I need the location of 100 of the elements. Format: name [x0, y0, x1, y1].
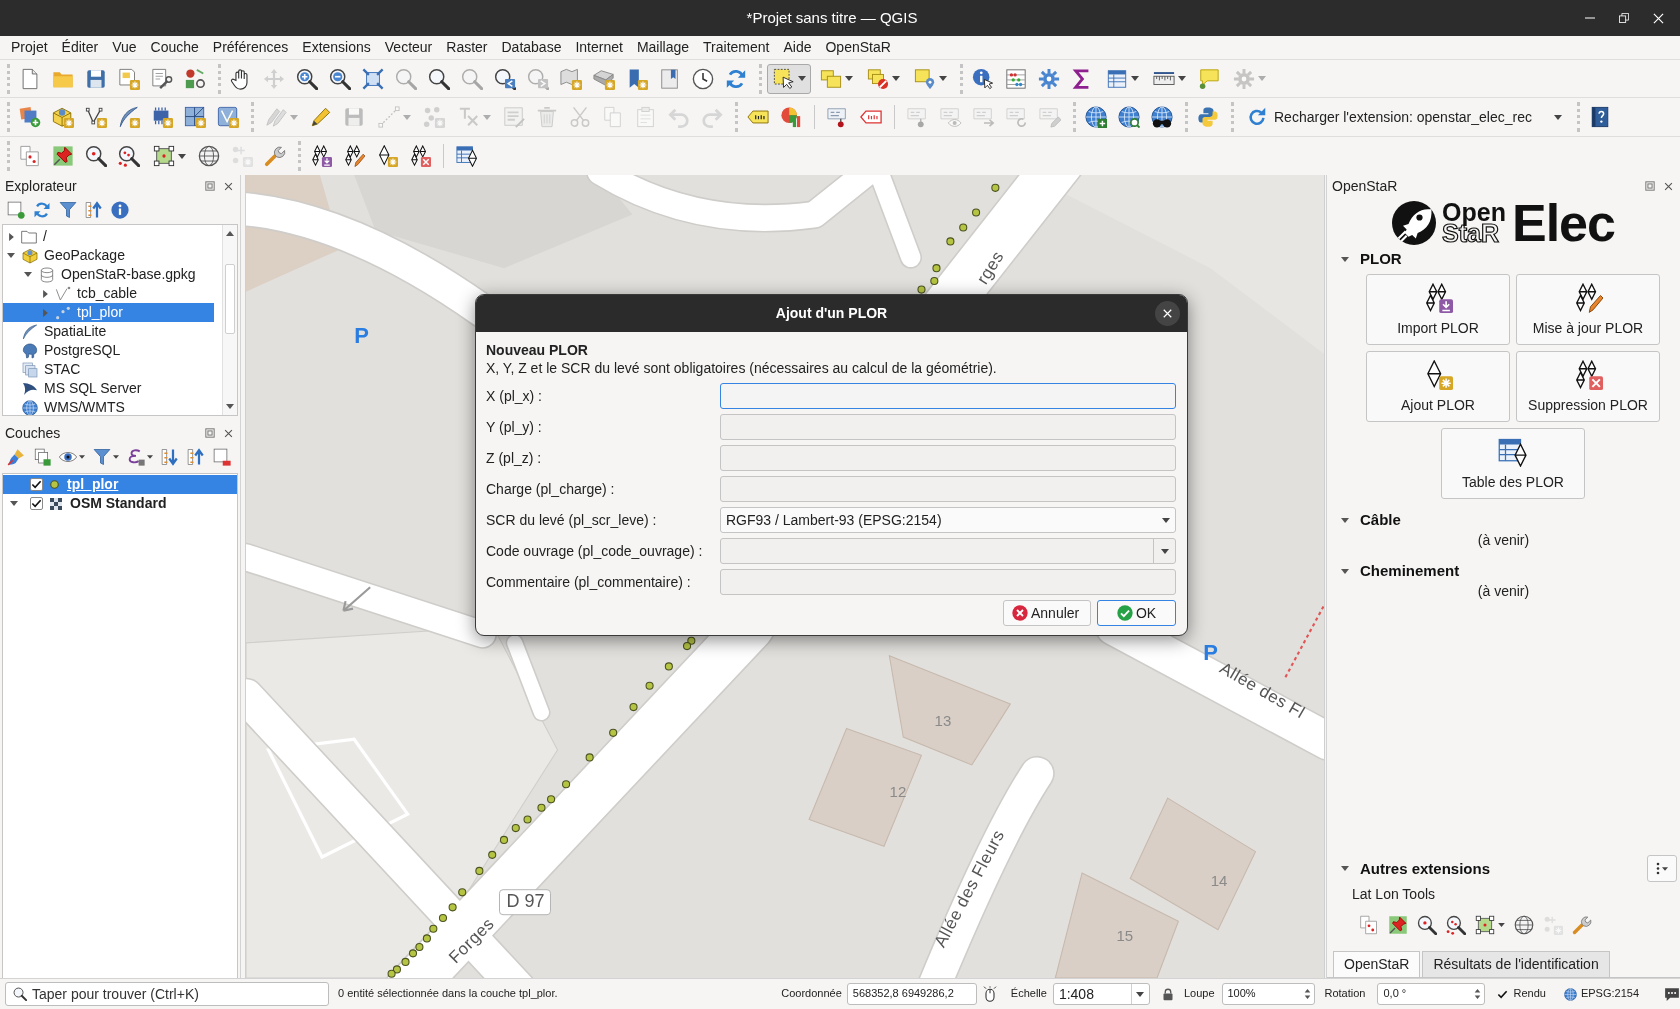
scrollbar[interactable] — [222, 225, 237, 415]
caret-down-icon[interactable] — [1341, 866, 1349, 871]
layer-item[interactable]: tpl_plor — [3, 475, 237, 494]
map-sheet-icon[interactable] — [560, 67, 582, 90]
label-pin-icon[interactable] — [827, 106, 849, 128]
caret-down-icon[interactable] — [1341, 256, 1349, 262]
menu-item[interactable]: Couche — [143, 39, 206, 56]
cube-add-icon[interactable] — [52, 106, 74, 128]
caret-icon[interactable] — [1130, 76, 1139, 81]
refresh-icon[interactable] — [725, 67, 747, 90]
globe-grid-icon[interactable] — [198, 145, 220, 167]
identify-icon[interactable] — [972, 67, 994, 90]
caret-down-icon[interactable] — [24, 272, 32, 277]
caret-icon[interactable] — [177, 153, 186, 159]
pages-dots-icon[interactable] — [19, 145, 41, 167]
pages-dots-icon[interactable] — [1359, 915, 1379, 935]
caret-icon[interactable] — [79, 454, 85, 459]
zoom-in-icon[interactable] — [296, 67, 318, 90]
caret-down-icon[interactable] — [1341, 568, 1349, 574]
tree-item[interactable]: tcb_cable — [3, 284, 214, 303]
ok-button[interactable]: OK — [1097, 600, 1176, 626]
grid-panel-icon[interactable] — [184, 106, 206, 128]
diamonds-edit-icon[interactable] — [343, 145, 365, 167]
remove-layer-icon[interactable] — [213, 447, 231, 466]
caret-icon[interactable] — [1498, 923, 1505, 927]
menu-item[interactable]: Éditer — [54, 39, 106, 56]
messages-icon[interactable] — [1664, 986, 1680, 1002]
speech-bubble-icon[interactable] — [1198, 67, 1220, 90]
reload-icon[interactable] — [1246, 106, 1268, 128]
tool-button[interactable]: Mise à jour PLOR — [1516, 274, 1660, 345]
zoom-dots-icon[interactable] — [1446, 915, 1466, 935]
shapes-icon[interactable] — [184, 67, 206, 90]
epsilon-icon[interactable] — [127, 447, 145, 466]
panel-tab[interactable]: OpenStaR — [1333, 951, 1421, 977]
pushpin-icon[interactable] — [1388, 915, 1408, 935]
caret-icon[interactable] — [844, 76, 853, 81]
tool-button[interactable] — [767, 63, 811, 94]
scale-combobox[interactable]: 1:408 — [1052, 983, 1150, 1005]
menu-item[interactable]: Aide — [776, 39, 819, 56]
zoom-back-icon[interactable] — [494, 67, 516, 90]
globe-binoculars-icon[interactable] — [1151, 106, 1173, 128]
collapse-all-icon[interactable] — [187, 447, 205, 466]
tool-button[interactable]: Table des PLOR — [1441, 428, 1585, 499]
add-square-icon[interactable] — [7, 200, 25, 219]
globe-grid-icon[interactable] — [1514, 915, 1534, 935]
tree-item[interactable]: tpl_plor — [3, 303, 214, 322]
caret-icon[interactable] — [891, 76, 900, 81]
menu-item[interactable]: Internet — [568, 39, 630, 56]
collapse-all-icon[interactable] — [85, 200, 103, 219]
panel-tab[interactable]: Résultats de l'identification — [1422, 951, 1610, 977]
layers-add-icon[interactable] — [19, 106, 41, 128]
diamond-add-icon[interactable] — [376, 145, 398, 167]
tree-item[interactable]: / — [3, 227, 214, 246]
more-button[interactable] — [1647, 855, 1677, 882]
tree-item[interactable]: MS SQL Server — [3, 379, 214, 398]
render-checkbox[interactable] — [1496, 988, 1509, 1000]
feather-icon[interactable] — [118, 106, 140, 128]
frame-icon[interactable] — [152, 145, 175, 167]
scroll-up-icon[interactable] — [226, 231, 234, 236]
layer-checkbox[interactable] — [30, 478, 43, 491]
filter-icon[interactable] — [93, 447, 111, 466]
caret-icon[interactable] — [797, 76, 806, 81]
menu-item[interactable]: Maillage — [629, 39, 697, 56]
scrollbar-thumb[interactable] — [225, 264, 235, 334]
page-star-icon[interactable] — [118, 67, 140, 90]
tree-item[interactable]: PostgreSQL — [3, 341, 214, 360]
vertex-panel-icon[interactable] — [217, 106, 239, 128]
chip-icon[interactable] — [151, 106, 173, 128]
layer-item[interactable]: OSM Standard — [3, 494, 237, 513]
restore-icon[interactable] — [1619, 13, 1629, 23]
refresh-icon[interactable] — [33, 200, 51, 219]
caret-icon[interactable] — [1177, 76, 1186, 81]
zoom-full-icon[interactable] — [362, 67, 384, 90]
close-icon[interactable] — [224, 181, 233, 191]
mouse-icon[interactable] — [981, 986, 998, 1002]
caret-right-icon[interactable] — [43, 289, 48, 298]
caret-icon[interactable] — [1553, 114, 1562, 120]
tree-item[interactable]: WMS/WMTS — [3, 398, 214, 415]
abacus-icon[interactable] — [1005, 67, 1027, 90]
caret-icon[interactable] — [1160, 548, 1169, 554]
expand-all-icon[interactable] — [161, 447, 179, 466]
tree-item[interactable]: SpatiaLite — [3, 322, 214, 341]
menu-item[interactable]: Database — [494, 39, 569, 56]
layers-group-icon[interactable] — [33, 447, 51, 466]
cancel-button[interactable]: Annuler — [1003, 600, 1091, 626]
zoom-dots-icon[interactable] — [118, 145, 140, 167]
close-icon[interactable] — [224, 428, 233, 438]
brush-icon[interactable] — [7, 447, 25, 466]
scroll-down-icon[interactable] — [226, 404, 234, 409]
tree-item[interactable]: GeoPackage — [3, 246, 214, 265]
page-wrench-icon[interactable] — [151, 67, 173, 90]
menu-item[interactable]: Vecteur — [377, 39, 440, 56]
globe-add-icon[interactable] — [1085, 106, 1107, 128]
table-diamond-icon[interactable] — [456, 145, 478, 167]
new-file-icon[interactable] — [19, 67, 41, 90]
caret-down-icon[interactable] — [1341, 517, 1349, 523]
coordinate-field[interactable]: 568352,8 6949286,2 — [846, 983, 977, 1005]
section-header[interactable]: Autres extensions — [1327, 858, 1497, 879]
table-icon[interactable] — [1105, 67, 1128, 90]
menu-item[interactable]: Projet — [4, 39, 55, 56]
